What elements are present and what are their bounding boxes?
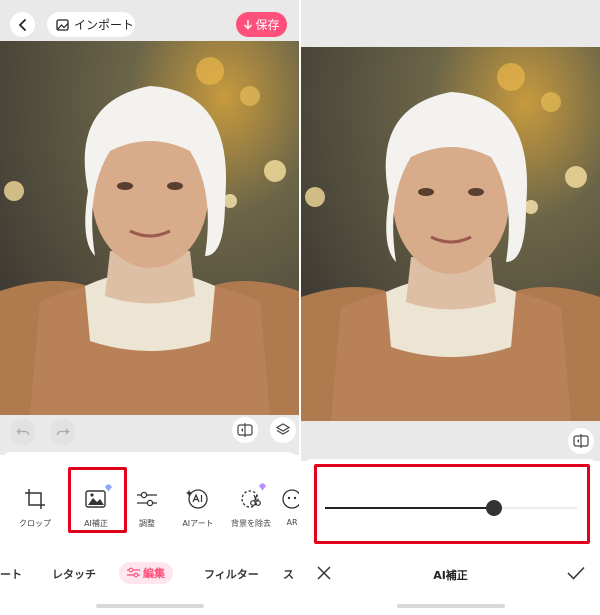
ar-icon [282, 489, 299, 509]
download-arrow-icon [244, 20, 253, 30]
tool-label: AR [286, 518, 298, 527]
undo-icon [16, 428, 30, 436]
tool-ai-art[interactable]: AIアート [170, 478, 226, 538]
photo-canvas[interactable] [301, 47, 600, 421]
ai-enhance-panel: AI補正 [301, 459, 600, 615]
undo-button[interactable] [10, 419, 36, 445]
top-bar [301, 0, 600, 47]
top-bar: インポート 保存 [0, 0, 299, 44]
compare-icon [573, 434, 589, 448]
home-indicator [397, 604, 505, 608]
screenshot-pair: インポート 保存 クロップ AI補正 調整 AIアート 背景を除去 AR ート … [0, 0, 600, 615]
category-tabs: ート レタッチ 編集 フィルター ス [0, 560, 299, 586]
tool-panel: クロップ AI補正 調整 AIアート 背景を除去 AR ート レタッチ 編集 フ… [0, 452, 299, 615]
layers-icon [276, 423, 290, 435]
background-remove-icon [241, 490, 261, 508]
save-button[interactable]: 保存 [236, 12, 287, 37]
home-indicator [96, 604, 204, 608]
portrait-photo [0, 41, 299, 415]
save-label: 保存 [255, 18, 280, 32]
layers-button[interactable] [270, 417, 296, 443]
confirm-bar: AI補正 [301, 559, 600, 589]
redo-icon [56, 428, 70, 436]
crop-icon [25, 489, 45, 509]
tab-edit[interactable]: 編集 [119, 562, 173, 584]
tool-label: クロップ [19, 519, 51, 528]
compare-button[interactable] [232, 417, 258, 443]
editor-screen-ai-enhance: AI補正 [301, 0, 600, 615]
check-icon[interactable] [567, 566, 585, 580]
tool-adjust[interactable]: 調整 [119, 478, 175, 538]
redo-button[interactable] [50, 419, 76, 445]
tool-crop[interactable]: クロップ [7, 478, 63, 538]
tab-sticker[interactable]: ス [283, 566, 294, 582]
tab-filter[interactable]: フィルター [204, 566, 259, 582]
history-bar [301, 421, 600, 461]
import-label: インポート [74, 18, 135, 32]
photo-canvas[interactable] [0, 41, 299, 415]
adjust-sliders-icon [137, 491, 157, 507]
premium-gem-icon [259, 483, 266, 491]
highlight-box-slider [314, 464, 590, 544]
tab-template[interactable]: ート [0, 566, 22, 582]
tool-ar[interactable]: AR [277, 478, 299, 538]
compare-button[interactable] [568, 428, 594, 454]
sliders-icon [127, 567, 140, 578]
compare-icon [237, 423, 253, 437]
back-button[interactable] [10, 12, 35, 37]
panel-title: AI補正 [433, 569, 468, 582]
tool-label: 背景を除去 [231, 519, 271, 528]
tool-row: クロップ AI補正 調整 AIアート 背景を除去 AR [0, 478, 299, 538]
ai-art-icon [186, 489, 208, 509]
image-add-icon [56, 18, 69, 31]
tab-retouch[interactable]: レタッチ [52, 566, 96, 582]
tab-edit-label: 編集 [143, 567, 165, 580]
editor-screen-tools: インポート 保存 クロップ AI補正 調整 AIアート 背景を除去 AR ート … [0, 0, 299, 615]
highlight-box-ai-enhance [68, 467, 127, 533]
import-button[interactable]: インポート [47, 12, 135, 37]
history-bar [0, 415, 299, 455]
tool-label: AIアート [182, 519, 214, 528]
chevron-left-icon [18, 18, 26, 31]
tool-remove-background[interactable]: 背景を除去 [223, 478, 279, 538]
tool-label: 調整 [139, 519, 155, 528]
portrait-photo [301, 47, 600, 421]
